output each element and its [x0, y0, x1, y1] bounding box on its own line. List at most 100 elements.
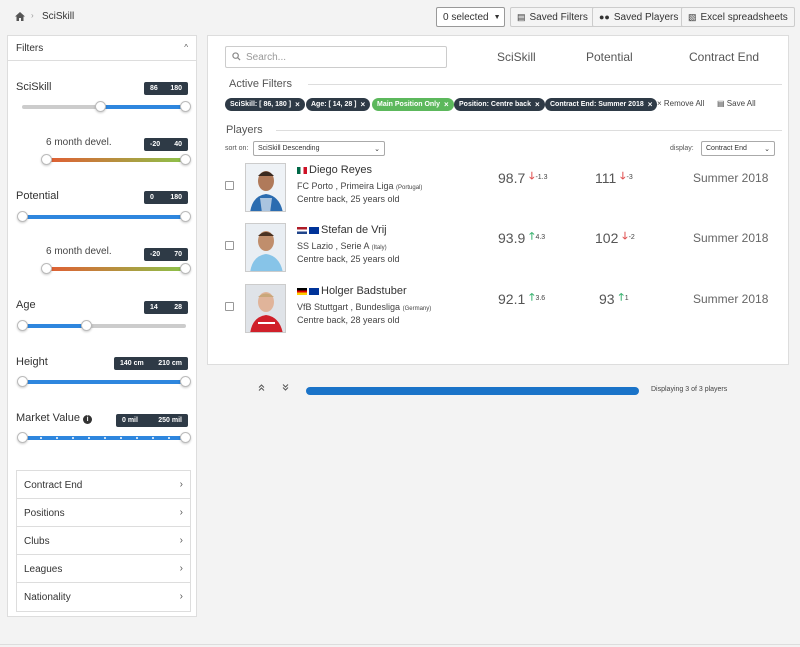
- saved-players-button[interactable]: ●● Saved Players: [592, 7, 686, 27]
- player-photo[interactable]: [245, 163, 286, 212]
- player-checkbox[interactable]: [225, 302, 234, 311]
- scroll-up-icon[interactable]: [258, 383, 265, 394]
- column-header-potential[interactable]: Potential: [586, 50, 633, 64]
- sciskill-devel-badge: -20 40: [144, 138, 188, 151]
- saved-filters-button[interactable]: ▤ Saved Filters: [510, 7, 595, 27]
- age-slider[interactable]: [17, 320, 186, 331]
- filters-title: Filters: [16, 43, 44, 54]
- market-value-min-handle[interactable]: [17, 432, 28, 443]
- accordion-label: Positions: [24, 508, 65, 519]
- close-icon[interactable]: ×: [648, 100, 653, 109]
- potential-devel-min-handle[interactable]: [41, 263, 52, 274]
- display-value: Contract End: [706, 145, 747, 152]
- sciskill-devel-min-handle[interactable]: [41, 154, 52, 165]
- close-icon[interactable]: ×: [535, 100, 540, 109]
- player-checkbox[interactable]: [225, 181, 234, 190]
- player-position: Centre back, 25 years old: [297, 254, 400, 264]
- arrow-up-icon: 🡑: [618, 292, 624, 303]
- potential-slider[interactable]: [17, 211, 191, 222]
- filter-chip-contract-end[interactable]: Contract End: Summer 2018 ×: [545, 98, 658, 111]
- save-all-link[interactable]: ▤ Save All: [717, 99, 756, 108]
- close-icon[interactable]: ×: [444, 100, 449, 109]
- potential-delta: -2: [628, 234, 635, 241]
- accordion-clubs[interactable]: Clubs ›: [17, 527, 190, 555]
- potential-devel-min: -20: [150, 251, 161, 258]
- player-club: VfB Stuttgart , Bundesliga (Germany): [297, 302, 431, 312]
- player-name[interactable]: Stefan de Vrij: [297, 224, 387, 236]
- sort-label: sort on:: [225, 145, 249, 152]
- potential-delta: -3: [626, 174, 633, 181]
- sciskill-slider[interactable]: [22, 101, 191, 112]
- height-min-handle[interactable]: [17, 376, 28, 387]
- player-photo[interactable]: [245, 284, 286, 333]
- filter-chip-position[interactable]: Position: Centre back ×: [454, 98, 545, 111]
- search-input[interactable]: Search...: [225, 46, 447, 68]
- potential-max-handle[interactable]: [180, 211, 191, 222]
- search-icon: [232, 52, 241, 64]
- height-filter-label: Height: [16, 356, 48, 368]
- close-icon[interactable]: ×: [295, 100, 300, 109]
- player-name[interactable]: Diego Reyes: [297, 164, 372, 176]
- potential-min-handle[interactable]: [17, 211, 28, 222]
- selected-dropdown[interactable]: 0 selected ▼: [436, 7, 505, 27]
- flag-mexico-icon: [297, 166, 307, 174]
- market-value-max: 250 mil: [158, 417, 182, 424]
- footer-divider: [0, 644, 800, 645]
- height-range-badge: 140 cm 210 cm: [114, 357, 188, 370]
- player-checkbox[interactable]: [225, 241, 234, 250]
- player-row[interactable]: Stefan de Vrij SS Lazio , Serie A (Italy…: [208, 223, 790, 279]
- potential-delta: 1: [624, 295, 629, 302]
- save-icon: ▤: [517, 11, 526, 22]
- height-slider[interactable]: [17, 376, 191, 387]
- remove-all-link[interactable]: × Remove All: [657, 99, 704, 108]
- accordion-nationality[interactable]: Nationality ›: [17, 583, 190, 611]
- scroll-down-icon[interactable]: [282, 383, 289, 394]
- age-min: 14: [150, 304, 158, 311]
- display-select[interactable]: Contract End ⌄: [701, 141, 775, 156]
- sort-select[interactable]: SciSkill Descending ⌄: [253, 141, 385, 156]
- column-header-contract-end[interactable]: Contract End: [689, 50, 759, 64]
- chip-label: SciSkill: [ 86, 180 ]: [230, 101, 292, 108]
- player-photo[interactable]: [245, 223, 286, 272]
- accordion-contract-end[interactable]: Contract End ›: [17, 471, 190, 499]
- filters-header[interactable]: Filters ^: [8, 36, 196, 61]
- close-icon[interactable]: ×: [361, 100, 366, 109]
- market-value-min: 0 mil: [122, 417, 138, 424]
- chevron-up-icon[interactable]: ^: [184, 43, 188, 52]
- excel-button[interactable]: ▧ Excel spreadsheets: [681, 7, 795, 27]
- sciskill-max-handle[interactable]: [180, 101, 191, 112]
- potential-devel-label: 6 month devel.: [46, 246, 112, 257]
- filter-accordion: Contract End › Positions › Clubs › Leagu…: [16, 470, 191, 612]
- filter-chip-sciskill[interactable]: SciSkill: [ 86, 180 ] ×: [225, 98, 305, 111]
- accordion-positions[interactable]: Positions ›: [17, 499, 190, 527]
- users-icon: ●●: [599, 12, 610, 22]
- player-row[interactable]: Holger Badstuber VfB Stuttgart , Bundesl…: [208, 284, 790, 340]
- player-name[interactable]: Holger Badstuber: [297, 285, 407, 297]
- height-max-handle[interactable]: [180, 376, 191, 387]
- sciskill-devel-slider[interactable]: [41, 154, 191, 165]
- column-header-sciskill[interactable]: SciSkill: [497, 50, 536, 64]
- market-value-max-handle[interactable]: [180, 432, 191, 443]
- market-value-slider[interactable]: [17, 432, 191, 443]
- age-max-handle[interactable]: [81, 320, 92, 331]
- potential-devel-max-handle[interactable]: [180, 263, 191, 274]
- potential-devel-slider[interactable]: [41, 263, 191, 274]
- filter-chip-main-position[interactable]: Main Position Only ×: [372, 98, 454, 111]
- potential-value: 93 🡑 1: [599, 290, 629, 307]
- accordion-leagues[interactable]: Leagues ›: [17, 555, 190, 583]
- sciskill-devel-min: -20: [150, 141, 161, 148]
- filter-chip-age[interactable]: Age: [ 14, 28 ] ×: [306, 98, 371, 111]
- saved-players-label: Saved Players: [613, 11, 679, 23]
- sciskill-value: 92.1 🡑 3.6: [498, 290, 545, 307]
- sciskill-devel-max-handle[interactable]: [180, 154, 191, 165]
- breadcrumb-current[interactable]: SciSkill: [42, 11, 74, 22]
- home-icon[interactable]: [15, 12, 25, 21]
- age-range-badge: 14 28: [144, 301, 188, 314]
- info-icon[interactable]: i: [83, 415, 93, 424]
- age-min-handle[interactable]: [17, 320, 28, 331]
- player-position: Centre back, 28 years old: [297, 315, 400, 325]
- sort-value: SciSkill Descending: [258, 145, 320, 152]
- chip-label: Age: [ 14, 28 ]: [311, 101, 357, 108]
- sciskill-min-handle[interactable]: [95, 101, 106, 112]
- player-row[interactable]: Diego Reyes FC Porto , Primeira Liga (Po…: [208, 163, 790, 219]
